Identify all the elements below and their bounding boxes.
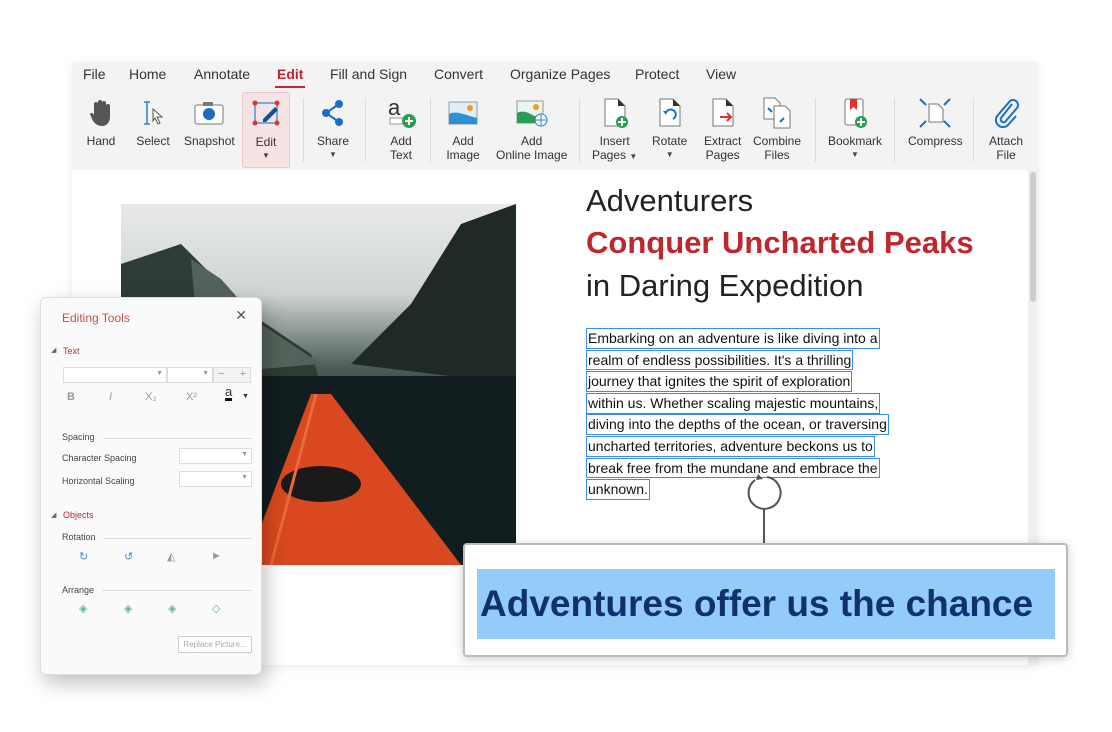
horizontal-scaling-select[interactable]: ▼ xyxy=(179,471,252,487)
text-line[interactable]: Embarking on an adventure is like diving… xyxy=(586,328,880,349)
flip-vertical-icon[interactable]: ► xyxy=(211,550,222,562)
close-icon[interactable]: ✕ xyxy=(235,307,247,324)
attach-file-button[interactable]: Attach File xyxy=(989,96,1023,162)
rotation-label: Rotation xyxy=(62,532,96,542)
text-line[interactable]: realm of endless possibilities. It's a t… xyxy=(586,349,854,371)
add-image-button[interactable]: Add Image xyxy=(446,96,480,162)
bring-to-front-icon[interactable]: ◈ xyxy=(79,602,87,615)
select-button[interactable]: Select xyxy=(136,96,170,148)
camera-icon xyxy=(192,96,226,130)
bring-forward-icon[interactable]: ◈ xyxy=(124,602,132,615)
subscript-button[interactable]: X₂ xyxy=(145,391,157,403)
text-select-icon xyxy=(136,96,170,130)
menu-home[interactable]: Home xyxy=(129,66,166,82)
menu-annotate[interactable]: Annotate xyxy=(194,66,250,82)
compress-button[interactable]: Compress xyxy=(908,96,963,148)
bookmark-icon xyxy=(838,96,872,130)
menu-edit[interactable]: Edit xyxy=(274,66,306,88)
bookmark-button[interactable]: Bookmark ▼ xyxy=(828,96,882,162)
text-line[interactable]: uncharted territories, adventure beckons… xyxy=(586,435,875,457)
text-line[interactable]: within us. Whether scaling majestic moun… xyxy=(586,392,881,414)
arrange-label: Arrange xyxy=(62,585,95,595)
edit-icon xyxy=(249,97,283,131)
paperclip-icon xyxy=(989,96,1023,130)
edit-button[interactable]: Edit ▼ xyxy=(242,92,290,168)
italic-button[interactable]: I xyxy=(109,391,112,403)
menu-view[interactable]: View xyxy=(706,66,736,82)
add-text-icon: a xyxy=(384,96,418,130)
rotate-button[interactable]: Rotate ▼ xyxy=(652,96,687,162)
snapshot-button[interactable]: Snapshot xyxy=(184,96,235,148)
selected-text-highlight[interactable]: Adventures offer us the chance xyxy=(477,569,1055,639)
character-spacing-label: Character Spacing xyxy=(62,453,137,463)
text-line[interactable]: break free from the mundane and embrace … xyxy=(586,457,880,479)
add-online-image-button[interactable]: Add Online Image xyxy=(496,96,567,162)
text-line[interactable]: diving into the depths of the ocean, or … xyxy=(586,414,889,436)
share-button[interactable]: Share ▼ xyxy=(316,96,350,162)
insert-pages-button[interactable]: Insert Pages ▼ xyxy=(592,96,637,164)
spacing-label: Spacing xyxy=(62,432,95,442)
send-to-back-icon[interactable]: ◇ xyxy=(212,602,220,615)
text-line[interactable]: journey that ignites the spirit of explo… xyxy=(586,371,853,392)
text-section-header[interactable]: Text xyxy=(63,346,80,356)
menu-convert[interactable]: Convert xyxy=(434,66,483,82)
menu-bar: File Home Annotate Edit Fill and Sign Co… xyxy=(72,62,1038,88)
menu-protect[interactable]: Protect xyxy=(635,66,679,82)
font-size-select[interactable]: ▼ xyxy=(167,367,213,383)
menu-fill-and-sign[interactable]: Fill and Sign xyxy=(330,66,407,82)
paragraph-text-block[interactable]: Embarking on an adventure is like diving… xyxy=(586,328,889,501)
rotate-handle-icon[interactable] xyxy=(740,470,790,550)
bold-button[interactable]: B xyxy=(67,391,75,403)
menu-file[interactable]: File xyxy=(83,66,106,82)
superscript-button[interactable]: X² xyxy=(186,391,197,403)
combine-files-button[interactable]: Combine Files xyxy=(753,96,801,162)
hand-button[interactable]: Hand xyxy=(84,96,118,148)
collapse-triangle-icon[interactable]: ◢ xyxy=(51,346,56,354)
flip-horizontal-icon[interactable]: ◭ xyxy=(167,550,175,563)
hand-icon xyxy=(84,96,118,130)
heading-line-1: Adventurers xyxy=(586,183,754,218)
editing-tools-panel: Editing Tools ✕ ◢ Text ▼ ▼ − + B I X₂ X² … xyxy=(40,297,262,675)
send-backward-icon[interactable]: ◈ xyxy=(168,602,176,615)
image-icon xyxy=(446,96,480,130)
replace-picture-button[interactable]: Replace Picture... xyxy=(178,636,252,653)
text-line[interactable]: unknown. xyxy=(586,479,650,500)
zoom-callout: Adventures offer us the chance xyxy=(463,543,1068,657)
heading-line-3: in Daring Expedition xyxy=(586,268,864,303)
font-color-dropdown-icon[interactable]: ▼ xyxy=(242,393,249,400)
collapse-triangle-icon[interactable]: ◢ xyxy=(51,511,56,519)
rotate-counterclockwise-icon[interactable]: ↺ xyxy=(124,550,133,563)
character-spacing-select[interactable]: ▼ xyxy=(179,448,252,464)
share-icon xyxy=(316,96,350,130)
compress-icon xyxy=(918,96,952,130)
combine-files-icon xyxy=(760,96,794,130)
rotate-clockwise-icon[interactable]: ↻ xyxy=(79,550,88,563)
menu-organize-pages[interactable]: Organize Pages xyxy=(510,66,610,82)
font-family-select[interactable]: ▼ xyxy=(63,367,167,383)
objects-section-header[interactable]: Objects xyxy=(63,510,94,520)
extract-pages-button[interactable]: Extract Pages xyxy=(704,96,741,162)
insert-page-icon xyxy=(598,96,632,130)
heading-line-2: Conquer Uncharted Peaks xyxy=(586,225,974,260)
panel-title: Editing Tools xyxy=(62,311,130,325)
horizontal-scaling-label: Horizontal Scaling xyxy=(62,476,135,486)
rotate-page-icon xyxy=(653,96,687,130)
font-size-stepper[interactable]: − + xyxy=(213,367,251,383)
font-color-button[interactable]: a xyxy=(225,385,233,401)
ribbon: Hand Select Snapshot Edit ▼ Share ▼ a Add Te… xyxy=(72,92,1038,170)
online-image-icon xyxy=(515,96,549,130)
svg-text:a: a xyxy=(388,97,401,120)
add-text-button[interactable]: a Add Text xyxy=(384,96,418,162)
extract-page-icon xyxy=(706,96,740,130)
